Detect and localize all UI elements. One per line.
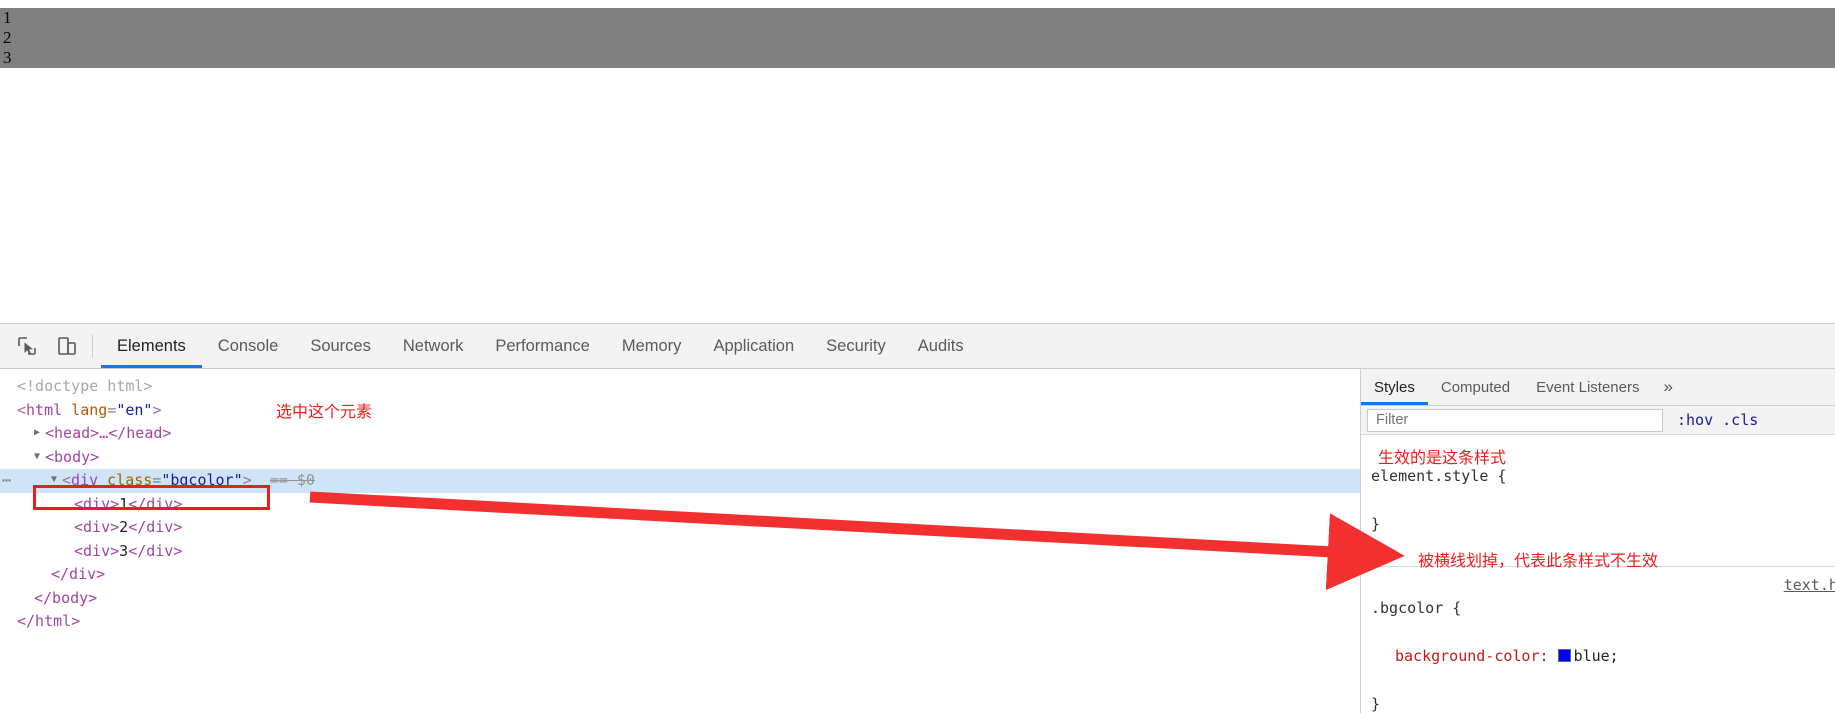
close-div-text: </div> [51,565,106,583]
more-tabs-chevron-icon[interactable]: » [1652,369,1683,405]
close-body-text: </body> [34,588,98,607]
dom-row-close-body[interactable]: </body> [0,587,1360,611]
tab-audits[interactable]: Audits [902,324,980,368]
chevron-down-icon-selected[interactable]: ▼ [51,468,62,492]
dom-row-child-2[interactable]: <div> 2 </div> [0,516,1360,540]
devtools-body: <!doctype html> < html lang = "en" > ▶ <head>… [0,369,1835,713]
dom-tree-pane[interactable]: <!doctype html> < html lang = "en" > ▶ <head>… [0,369,1360,713]
html-attr-value: "en" [116,400,153,419]
devtools-panel: Elements Console Sources Network Perform… [0,323,1835,713]
element-style-selector: element.style { [1371,467,1507,485]
tab-console[interactable]: Console [202,324,295,368]
child-2-close: </div> [128,518,183,536]
bgcolor-div-block: 1 2 3 [0,8,1835,68]
html-attr-eq: = [107,400,117,419]
inspect-cursor-icon[interactable] [14,333,40,359]
bgcolor-close: } [1371,695,1381,713]
selected-attr-name: class [107,471,153,489]
device-toolbar-icon[interactable] [54,333,80,359]
dom-row-selected-div[interactable]: ⋯ ▼ < div class = "bgcolor" > == $0 [0,469,1360,493]
html-tag-name: html [26,400,63,419]
head-line-text: <head>…</head> [45,424,172,442]
devtools-toolbar: Elements Console Sources Network Perform… [0,324,1835,369]
html-lt: < [17,400,27,419]
dom-row-child-1[interactable]: <div> 1 </div> [0,493,1360,517]
child-1-open: <div> [74,494,120,513]
tab-application[interactable]: Application [697,324,810,368]
console-ref-badge: == $0 [269,471,315,489]
toolbar-divider [92,335,93,357]
tab-sources[interactable]: Sources [294,324,387,368]
page-line-3: 3 [3,48,12,67]
dom-row-head[interactable]: ▶ <head>…</head> [0,422,1360,446]
doctype-text: <!doctype html> [17,377,153,395]
tab-memory[interactable]: Memory [606,324,698,368]
tab-elements[interactable]: Elements [101,324,202,368]
styles-filter-input[interactable] [1367,408,1663,432]
tab-event-listeners[interactable]: Event Listeners [1523,369,1652,405]
toolbar-icon-group [0,324,90,368]
bgcolor-selector: .bgcolor { [1371,599,1462,617]
dom-row-doctype[interactable]: <!doctype html> [0,375,1360,399]
child-2-text: 2 [119,518,129,536]
close-html-text: </html> [17,612,81,630]
tab-performance[interactable]: Performance [479,324,605,368]
bgcolor-value: blue; [1573,647,1619,665]
dom-row-close-div[interactable]: </div> [0,563,1360,587]
page-line-2: 2 [3,28,12,47]
html-gt: > [152,400,162,419]
css-rule-bgcolor[interactable]: .bgcolor { text.html background-color: bl… [1361,567,1835,713]
html-attr-name: lang [71,400,108,419]
bgcolor-source-link[interactable]: text.html [1784,573,1835,597]
css-rule-element-style[interactable]: element.style { } [1361,435,1835,567]
dom-row-body[interactable]: ▼ <body> [0,446,1360,470]
body-line-text: <body> [45,447,100,466]
child-2-open: <div> [74,518,120,536]
devtools-screenshot: 1 2 3 Elements Console Sources Network P… [0,0,1835,713]
devtools-tab-list: Elements Console Sources Network Perform… [101,324,980,368]
tab-styles[interactable]: Styles [1361,369,1428,405]
selected-tag-name: div [71,471,99,489]
styles-tab-list: Styles Computed Event Listeners » [1361,369,1835,406]
child-1-close: </div> [128,494,183,513]
page-line-1: 1 [3,8,12,27]
child-3-text: 3 [119,541,129,560]
dom-row-html[interactable]: < html lang = "en" > [0,399,1360,423]
child-3-open: <div> [74,541,120,560]
bgcolor-property: background-color [1395,647,1540,665]
selected-attr-eq: = [152,471,162,489]
tab-network[interactable]: Network [387,324,480,368]
page-viewport: 1 2 3 [0,0,1835,323]
chevron-right-icon[interactable]: ▶ [34,421,45,445]
styles-sidebar-pane: Styles Computed Event Listeners » :hov .… [1360,369,1835,713]
dom-row-close-html[interactable]: </html> [0,610,1360,634]
bgcolor-declaration[interactable]: background-color: blue; [1371,647,1619,665]
styles-filter-bar: :hov .cls [1361,406,1835,435]
chevron-down-icon[interactable]: ▼ [34,445,45,469]
selected-attr-value: "bgcolor" [161,471,243,489]
selected-lt: < [62,471,72,489]
element-style-close: } [1371,515,1381,533]
tab-security[interactable]: Security [810,324,902,368]
bgcolor-colon: : [1539,647,1549,665]
tab-computed[interactable]: Computed [1428,369,1523,405]
context-menu-ellipsis-icon[interactable]: ⋯ [2,469,12,493]
child-3-close: </div> [128,541,183,560]
blue-color-swatch-icon[interactable] [1557,649,1571,662]
selected-gt: > [242,471,252,489]
dom-row-child-3[interactable]: <div> 3 </div> [0,540,1360,564]
pseudo-class-toggles[interactable]: :hov .cls [1663,411,1758,429]
child-1-text: 1 [119,494,129,513]
